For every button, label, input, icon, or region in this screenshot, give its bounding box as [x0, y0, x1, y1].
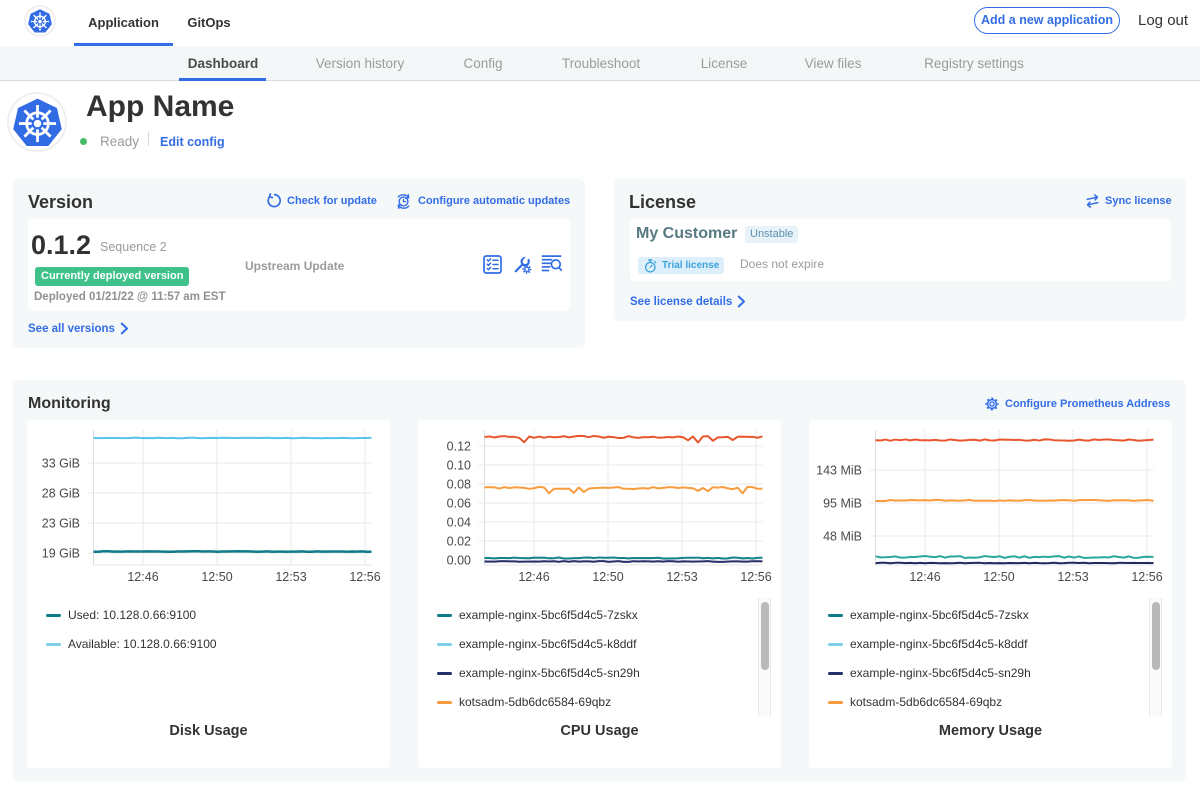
svg-text:19 GiB: 19 GiB — [42, 547, 80, 561]
svg-text:12:46: 12:46 — [909, 570, 940, 584]
svg-text:12:56: 12:56 — [349, 570, 380, 584]
svg-text:28 GiB: 28 GiB — [42, 487, 80, 501]
svg-text:0.02: 0.02 — [447, 535, 471, 549]
svg-text:12:56: 12:56 — [740, 570, 771, 584]
svg-text:143 MiB: 143 MiB — [816, 464, 862, 478]
svg-text:0.12: 0.12 — [447, 440, 471, 454]
svg-text:33 GiB: 33 GiB — [42, 457, 80, 471]
svg-text:0.10: 0.10 — [447, 459, 471, 473]
svg-text:0.00: 0.00 — [447, 554, 471, 568]
svg-text:48 MiB: 48 MiB — [823, 530, 862, 544]
svg-text:0.06: 0.06 — [447, 497, 471, 511]
svg-text:0.08: 0.08 — [447, 478, 471, 492]
svg-text:12:46: 12:46 — [127, 570, 158, 584]
svg-text:12:46: 12:46 — [518, 570, 549, 584]
svg-text:12:56: 12:56 — [1131, 570, 1162, 584]
svg-text:12:50: 12:50 — [983, 570, 1014, 584]
svg-text:23 GiB: 23 GiB — [42, 517, 80, 531]
svg-text:12:50: 12:50 — [201, 570, 232, 584]
svg-text:12:53: 12:53 — [666, 570, 697, 584]
svg-text:12:53: 12:53 — [275, 570, 306, 584]
svg-text:0.04: 0.04 — [447, 516, 471, 530]
svg-text:12:50: 12:50 — [592, 570, 623, 584]
svg-text:12:53: 12:53 — [1057, 570, 1088, 584]
svg-text:95 MiB: 95 MiB — [823, 497, 862, 511]
